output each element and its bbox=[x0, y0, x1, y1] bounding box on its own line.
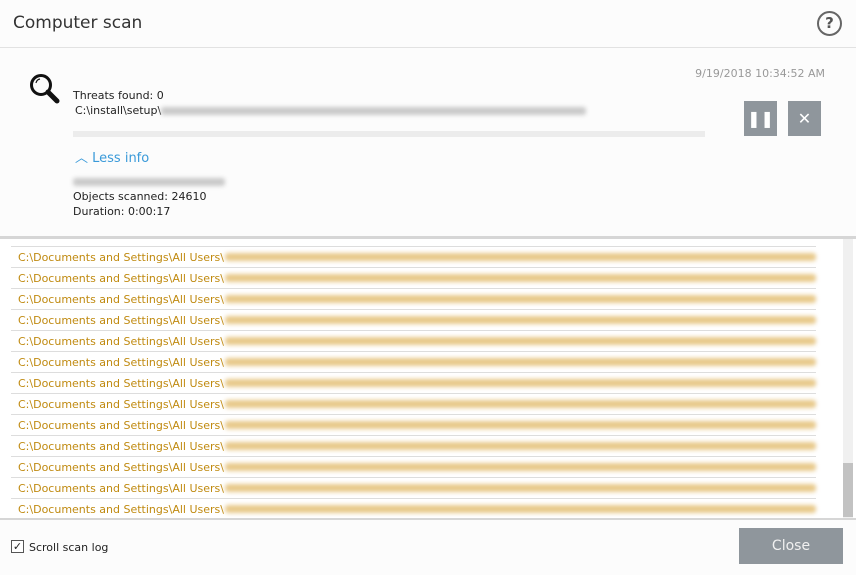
pause-button[interactable]: ❚❚ bbox=[744, 101, 777, 136]
scrollbar-thumb[interactable] bbox=[843, 463, 853, 517]
log-row-path: C:\Documents and Settings\All Users\ bbox=[18, 418, 224, 432]
redacted-path bbox=[224, 463, 816, 471]
redacted-path bbox=[161, 106, 587, 115]
log-row: C:\Documents and Settings\All Users\ bbox=[11, 288, 816, 309]
scan-progress-bar bbox=[73, 131, 705, 137]
log-row-path: C:\Documents and Settings\All Users\ bbox=[18, 439, 224, 453]
log-row: C:\Documents and Settings\All Users\ bbox=[11, 498, 816, 518]
log-row-path: C:\Documents and Settings\All Users\ bbox=[18, 460, 224, 474]
header-divider bbox=[0, 47, 856, 48]
close-icon: ✕ bbox=[797, 109, 812, 128]
redacted-path bbox=[224, 484, 816, 492]
current-path: C:\install\setup\ bbox=[75, 104, 587, 117]
log-row-path: C:\Documents and Settings\All Users\ bbox=[18, 502, 224, 516]
magnifier-icon bbox=[30, 74, 60, 104]
redacted-path bbox=[224, 421, 816, 429]
log-row: C:\Documents and Settings\All Users\ bbox=[11, 246, 816, 267]
log-row-path: C:\Documents and Settings\All Users\ bbox=[18, 271, 224, 285]
scan-log[interactable]: C:\Documents and Settings\All Users\ C:\D… bbox=[0, 236, 856, 520]
stop-button[interactable]: ✕ bbox=[788, 101, 821, 136]
log-row-path: C:\Documents and Settings\All Users\ bbox=[18, 481, 224, 495]
log-row: C:\Documents and Settings\All Users\ bbox=[11, 330, 816, 351]
log-row-path: C:\Documents and Settings\All Users\ bbox=[18, 250, 224, 264]
scrollbar[interactable] bbox=[843, 239, 853, 518]
log-row-path: C:\Documents and Settings\All Users\ bbox=[18, 376, 224, 390]
redacted-info bbox=[73, 176, 225, 189]
log-row: C:\Documents and Settings\All Users\ bbox=[11, 456, 816, 477]
redacted-path bbox=[224, 379, 816, 387]
redacted-path bbox=[224, 316, 816, 324]
current-path-text: C:\install\setup\ bbox=[75, 104, 162, 117]
log-row: C:\Documents and Settings\All Users\ bbox=[11, 267, 816, 288]
less-info-link[interactable]: ︿ Less info bbox=[75, 147, 149, 166]
log-row: C:\Documents and Settings\All Users\ bbox=[11, 435, 816, 456]
log-row-path: C:\Documents and Settings\All Users\ bbox=[18, 313, 224, 327]
scroll-log-checkbox[interactable]: ✓ bbox=[11, 540, 24, 553]
redacted-path bbox=[224, 253, 816, 261]
log-row: C:\Documents and Settings\All Users\ bbox=[11, 309, 816, 330]
log-row-path: C:\Documents and Settings\All Users\ bbox=[18, 397, 224, 411]
pause-icon: ❚❚ bbox=[747, 109, 774, 128]
log-row-path: C:\Documents and Settings\All Users\ bbox=[18, 334, 224, 348]
scan-timestamp: 9/19/2018 10:34:52 AM bbox=[695, 67, 825, 80]
log-row: C:\Documents and Settings\All Users\ bbox=[11, 414, 816, 435]
chevron-up-icon: ︿ bbox=[75, 151, 93, 166]
redacted-path bbox=[224, 337, 816, 345]
scan-duration: Duration: 0:00:17 bbox=[73, 205, 171, 218]
log-row: C:\Documents and Settings\All Users\ bbox=[11, 477, 816, 498]
help-icon[interactable]: ? bbox=[817, 11, 842, 36]
log-row: C:\Documents and Settings\All Users\ bbox=[11, 372, 816, 393]
scroll-log-label: Scroll scan log bbox=[29, 541, 109, 554]
close-button[interactable]: Close bbox=[739, 528, 843, 564]
redacted-path bbox=[224, 400, 816, 408]
log-row: C:\Documents and Settings\All Users\ bbox=[11, 351, 816, 372]
redacted-path bbox=[224, 358, 816, 366]
threats-found: Threats found: 0 bbox=[73, 89, 164, 102]
redacted-path bbox=[224, 442, 816, 450]
log-row-path: C:\Documents and Settings\All Users\ bbox=[18, 355, 224, 369]
redacted-path bbox=[224, 505, 816, 513]
objects-scanned: Objects scanned: 24610 bbox=[73, 190, 207, 203]
redacted-path bbox=[224, 274, 816, 282]
window-title: Computer scan bbox=[13, 13, 143, 33]
log-row: C:\Documents and Settings\All Users\ bbox=[11, 393, 816, 414]
log-row-path: C:\Documents and Settings\All Users\ bbox=[18, 292, 224, 306]
redacted-path bbox=[224, 295, 816, 303]
less-info-label: Less info bbox=[92, 151, 150, 166]
